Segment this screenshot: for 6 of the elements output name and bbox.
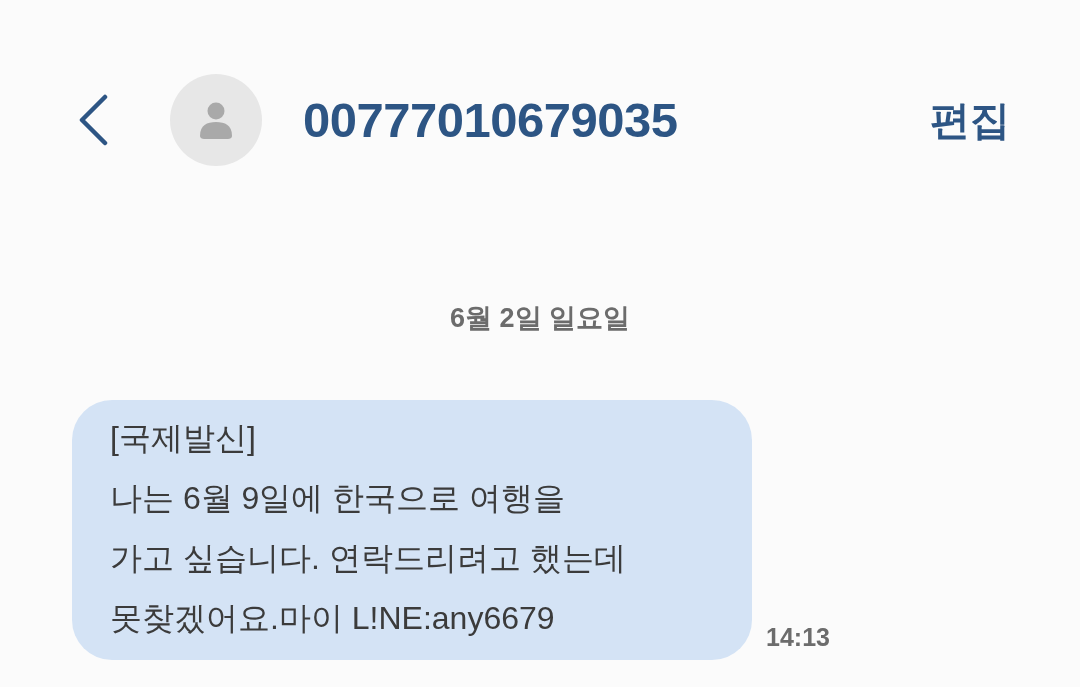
- message-time: 14:13: [766, 622, 830, 652]
- date-divider: 6월 2일 일요일: [449, 302, 630, 335]
- contact-number: 00777010679035: [303, 92, 679, 149]
- person-icon: [170, 74, 262, 166]
- edit-button[interactable]: 편집: [930, 92, 1010, 148]
- message-bubble: [국제발신] 나는 6월 9일에 한국으로 여행을 가고 싶습니다. 연락드리려고 했는데 못찾겠어요.마이 L!NE:any6679: [72, 400, 752, 660]
